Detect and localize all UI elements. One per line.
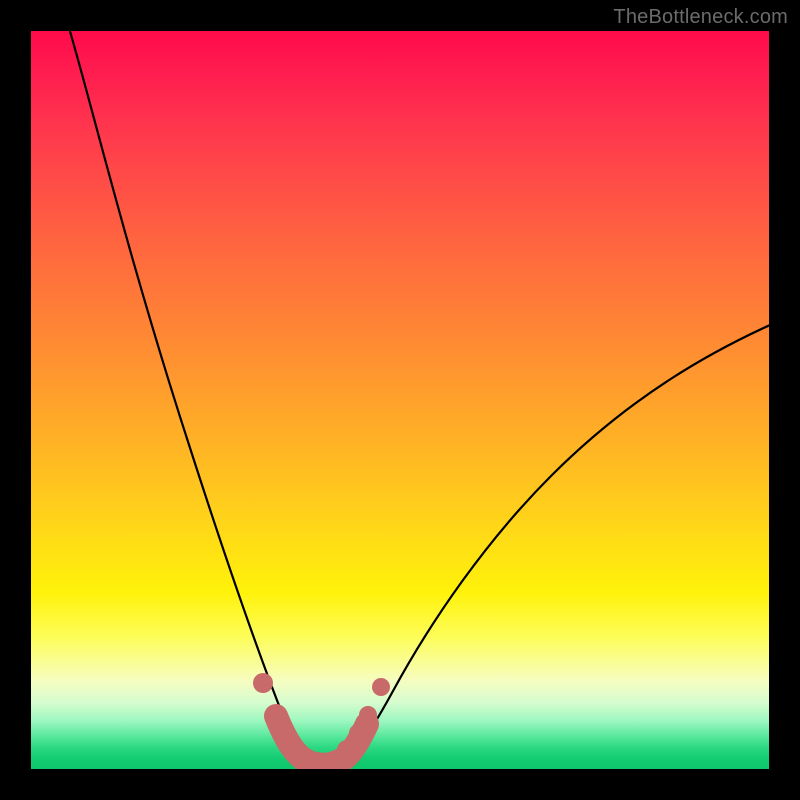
trough-markers	[253, 673, 390, 769]
curve-layer	[31, 31, 769, 769]
right-curve	[343, 321, 769, 764]
left-curve	[67, 31, 310, 764]
watermark-label: TheBottleneck.com	[613, 6, 788, 29]
chart-frame: TheBottleneck.com	[0, 0, 800, 800]
plot-area	[31, 31, 769, 769]
